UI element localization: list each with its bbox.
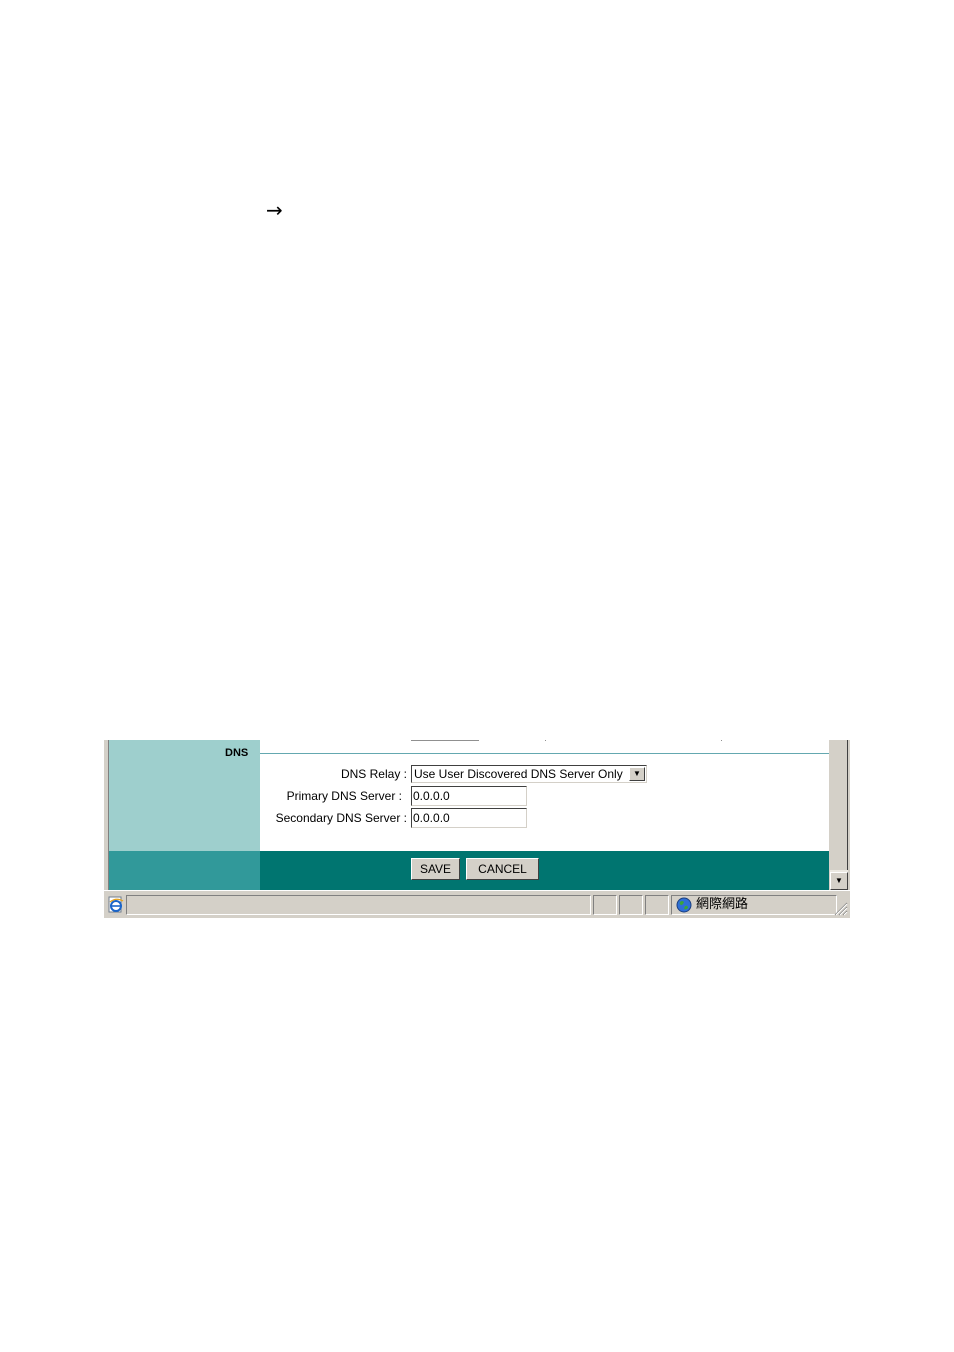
window-frame-right <box>848 740 850 890</box>
cancel-button[interactable]: CANCEL <box>466 858 539 880</box>
status-cell <box>593 895 617 915</box>
scrollbar-thumb[interactable] <box>830 740 848 870</box>
browser-window: DNS DNS Relay : Use User Discovered DNS … <box>104 740 850 918</box>
clipped-mark <box>721 740 722 741</box>
clipped-mark <box>545 740 546 741</box>
status-text-area <box>126 895 591 915</box>
primary-dns-label: Primary DNS Server : <box>286 789 402 803</box>
globe-icon <box>676 897 692 913</box>
dns-relay-selected-value: Use User Discovered DNS Server Only <box>414 767 623 781</box>
status-cell <box>645 895 669 915</box>
section-title-dns: DNS <box>225 747 249 759</box>
dns-relay-select[interactable]: Use User Discovered DNS Server Only ▼ <box>411 765 647 783</box>
resize-grip-icon[interactable] <box>834 902 848 916</box>
footer-left-panel <box>109 851 260 890</box>
dropdown-arrow-icon[interactable]: ▼ <box>629 767 645 781</box>
status-cell <box>619 895 643 915</box>
save-button[interactable]: SAVE <box>411 858 460 880</box>
primary-dns-input[interactable] <box>411 786 527 806</box>
secondary-dns-label: Secondary DNS Server : <box>275 811 407 825</box>
status-bar: 網際網路 <box>104 890 850 918</box>
footer-bar: SAVE CANCEL <box>109 851 829 890</box>
page-content: DNS DNS Relay : Use User Discovered DNS … <box>109 740 829 890</box>
dns-relay-label: DNS Relay : <box>340 767 407 781</box>
clipped-field-edge <box>411 740 479 741</box>
ie-page-icon <box>108 896 124 913</box>
arrow-icon: → <box>266 198 283 222</box>
secondary-dns-input[interactable] <box>411 808 527 828</box>
scroll-down-arrow-icon[interactable]: ▼ <box>830 872 848 890</box>
vertical-scrollbar[interactable]: ▼ <box>829 740 848 890</box>
section-divider <box>260 753 829 754</box>
zone-label: 網際網路 <box>696 897 749 912</box>
